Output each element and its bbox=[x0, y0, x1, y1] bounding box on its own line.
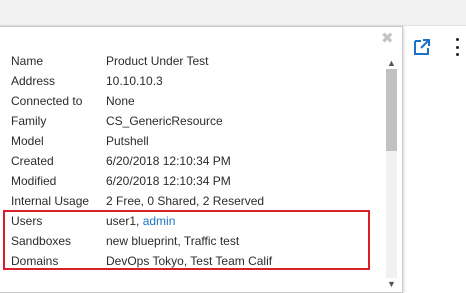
right-panel bbox=[404, 26, 466, 293]
property-row-internal-usage: Internal Usage 2 Free, 0 Shared, 2 Reser… bbox=[11, 191, 381, 211]
property-value: None bbox=[106, 94, 135, 108]
user-link-admin[interactable]: admin bbox=[143, 214, 176, 228]
property-label: Sandboxes bbox=[11, 234, 72, 248]
vertical-scrollbar[interactable]: ▲ ▼ bbox=[384, 57, 399, 290]
property-row-connected-to: Connected to None bbox=[11, 91, 381, 111]
resource-details-popup: ✖ Name Product Under Test Address 10.10.… bbox=[0, 26, 403, 293]
property-value: user1, admin bbox=[106, 214, 381, 228]
property-value: DevOps Tokyo, Test Team Calif bbox=[106, 254, 273, 268]
property-label: Address bbox=[11, 74, 56, 88]
property-row-family: Family CS_GenericResource bbox=[11, 111, 381, 131]
property-value: new blueprint, Traffic test bbox=[106, 234, 240, 248]
top-bar bbox=[0, 0, 466, 26]
property-label: Connected to bbox=[11, 94, 83, 108]
property-value: Putshell bbox=[106, 134, 149, 148]
scroll-thumb[interactable] bbox=[386, 69, 397, 151]
property-label: Model bbox=[11, 134, 44, 148]
property-row-domains: Domains DevOps Tokyo, Test Team Calif bbox=[11, 251, 381, 271]
property-row-modified: Modified 6/20/2018 12:10:34 PM bbox=[11, 171, 381, 191]
user-name: user1, bbox=[106, 214, 143, 228]
property-label: Domains bbox=[11, 254, 59, 268]
property-label: Name bbox=[11, 54, 44, 68]
property-value: 10.10.10.3 bbox=[106, 74, 163, 88]
property-row-users: Users user1, admin bbox=[11, 211, 381, 231]
property-row-sandboxes: Sandboxes new blueprint, Traffic test bbox=[11, 231, 381, 251]
property-row-address: Address 10.10.10.3 bbox=[11, 71, 381, 91]
property-row-model: Model Putshell bbox=[11, 131, 381, 151]
property-row-name: Name Product Under Test bbox=[11, 51, 381, 71]
open-external-icon[interactable] bbox=[412, 37, 432, 57]
close-icon[interactable]: ✖ bbox=[381, 31, 394, 46]
property-list: Name Product Under Test Address 10.10.10… bbox=[11, 51, 381, 271]
property-value: 6/20/2018 12:10:34 PM bbox=[106, 154, 231, 168]
property-label: Internal Usage bbox=[11, 194, 90, 208]
scroll-up-icon[interactable]: ▲ bbox=[384, 57, 399, 69]
property-value: CS_GenericResource bbox=[106, 114, 223, 128]
property-label: Users bbox=[11, 214, 43, 228]
property-row-created: Created 6/20/2018 12:10:34 PM bbox=[11, 151, 381, 171]
property-value: Product Under Test bbox=[106, 54, 209, 68]
property-label: Created bbox=[11, 154, 54, 168]
property-label: Modified bbox=[11, 174, 57, 188]
scroll-down-icon[interactable]: ▼ bbox=[384, 278, 399, 290]
property-label: Family bbox=[11, 114, 47, 128]
property-value: 6/20/2018 12:10:34 PM bbox=[106, 174, 231, 188]
more-options-icon[interactable] bbox=[451, 38, 463, 56]
property-value: 2 Free, 0 Shared, 2 Reserved bbox=[106, 194, 265, 208]
